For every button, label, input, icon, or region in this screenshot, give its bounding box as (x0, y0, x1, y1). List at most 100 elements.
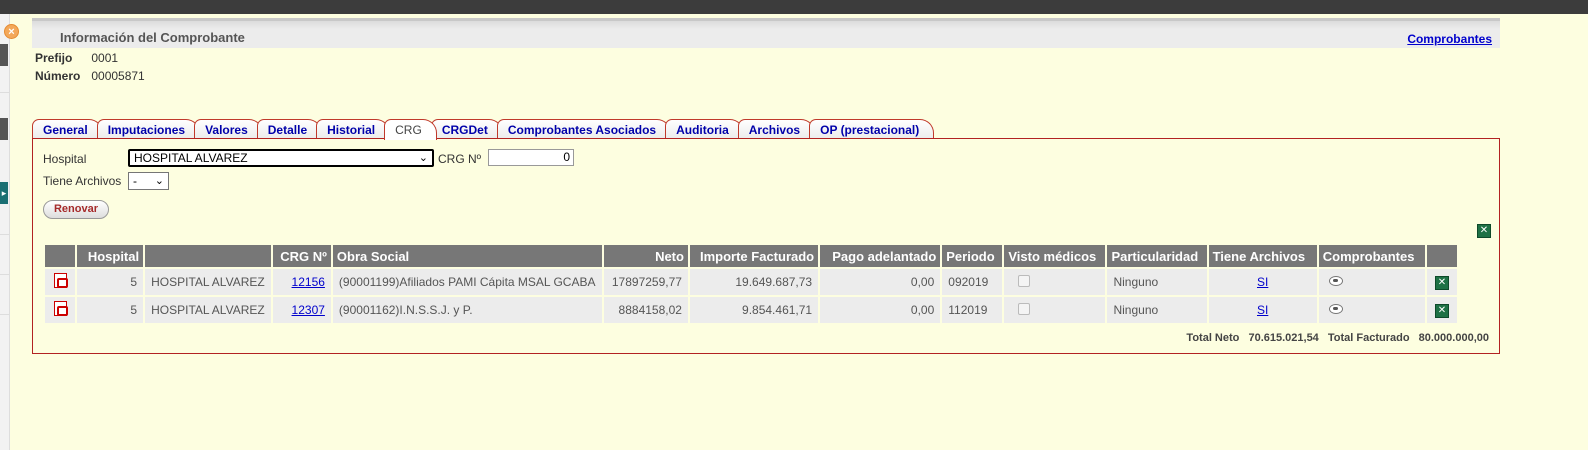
column-header-tiene-archivos[interactable]: Tiene Archivos (1208, 245, 1317, 267)
tiene-archivos-label: Tiene Archivos (43, 174, 122, 188)
tab-historial[interactable]: Historial (316, 119, 391, 139)
numero-row: Número 00005871 (35, 69, 145, 83)
table-row: 5 HOSPITAL ALVAREZ 12307 (90001162)I.N.S… (45, 297, 1457, 323)
table-row: 5 HOSPITAL ALVAREZ 12156 (90001199)Afili… (45, 269, 1457, 295)
excel-icon[interactable]: ✕ (1434, 276, 1449, 290)
tab-auditoria[interactable]: Auditoria (665, 119, 744, 139)
column-header-particularidad[interactable]: Particularidad (1107, 245, 1207, 267)
crg-number-label: CRG Nº (438, 152, 482, 166)
comprobantes-link[interactable]: Comprobantes (1407, 32, 1492, 46)
periodo-cell: 112019 (942, 297, 1003, 323)
sidebar-divider (0, 274, 10, 275)
tab-op-prestacional[interactable]: OP (prestacional) (809, 119, 935, 139)
neto-cell: 8884158,02 (603, 297, 688, 323)
crg-number-input[interactable]: 0 (488, 149, 574, 166)
sidebar-expand-arrow-icon[interactable]: ▸ (0, 182, 8, 204)
tab-imputaciones[interactable]: Imputaciones (96, 119, 201, 139)
excel-cell: ✕ (1426, 297, 1457, 323)
sidebar-block[interactable] (0, 118, 8, 140)
panel-header: Información del Comprobante Comprobantes (32, 18, 1500, 48)
periodo-cell: 092019 (942, 269, 1003, 295)
pdf-cell (45, 297, 76, 323)
numero-label: Número (35, 69, 81, 83)
column-header-comprobantes[interactable]: Comprobantes (1318, 245, 1425, 267)
column-header-obra-social[interactable]: Obra Social (332, 245, 602, 267)
hospital-select-value: HOSPITAL ALVAREZ (134, 151, 248, 165)
sidebar-divider (0, 92, 10, 93)
column-header-blank (1426, 245, 1457, 267)
total-neto-value: 70.615.021,54 (1248, 332, 1319, 344)
numero-value: 00005871 (91, 69, 145, 83)
tiene-archivos-link[interactable]: SI (1257, 303, 1268, 317)
pdf-icon[interactable] (53, 273, 68, 288)
excel-icon[interactable]: ✕ (1434, 304, 1449, 318)
excel-cell: ✕ (1426, 269, 1457, 295)
tab-bar: General Imputaciones Valores Detalle His… (32, 119, 935, 140)
view-icon[interactable] (1328, 304, 1343, 314)
particularidad-cell: Ninguno (1107, 297, 1207, 323)
hospital-name-cell: HOSPITAL ALVAREZ (145, 297, 271, 323)
tab-detalle[interactable]: Detalle (256, 119, 323, 139)
browser-top-bar (0, 0, 1588, 14)
column-header-hospital[interactable]: Hospital (77, 245, 144, 267)
visto-medicos-checkbox[interactable] (1018, 302, 1031, 315)
pago-adelantado-cell: 0,00 (820, 297, 941, 323)
tab-comprobantes-asociados[interactable]: Comprobantes Asociados (496, 119, 672, 139)
sidebar-block[interactable] (0, 44, 8, 66)
column-header-blank (145, 245, 271, 267)
sidebar-divider (0, 234, 10, 235)
crg-number-link[interactable]: 12307 (292, 303, 325, 317)
crg-number-cell: 12156 (272, 269, 331, 295)
column-header-pago-adelantado[interactable]: Pago adelantado (820, 245, 941, 267)
view-icon[interactable] (1328, 276, 1343, 286)
visto-medicos-checkbox[interactable] (1018, 274, 1031, 287)
crg-number-link[interactable]: 12156 (292, 275, 325, 289)
tab-general[interactable]: General (32, 119, 103, 139)
comprobantes-cell (1318, 269, 1425, 295)
column-header-crg[interactable]: CRG Nº (272, 245, 331, 267)
tab-archivos[interactable]: Archivos (737, 119, 816, 139)
tiene-archivos-select[interactable]: - ⌄ (128, 172, 169, 190)
column-header-periodo[interactable]: Periodo (942, 245, 1003, 267)
tiene-archivos-select-value: - (133, 174, 137, 188)
hospital-name-cell: HOSPITAL ALVAREZ (145, 269, 271, 295)
hospital-select[interactable]: HOSPITAL ALVAREZ ⌄ (128, 149, 434, 167)
hospital-label: Hospital (43, 152, 87, 166)
visto-medicos-cell (1004, 297, 1106, 323)
pago-adelantado-cell: 0,00 (820, 269, 941, 295)
importe-facturado-cell: 19.649.687,73 (689, 269, 819, 295)
visto-medicos-cell (1004, 269, 1106, 295)
total-facturado-value: 80.000.000,00 (1418, 332, 1489, 344)
tab-crgdet[interactable]: CRGDet (430, 119, 503, 139)
prefijo-label: Prefijo (35, 51, 73, 65)
crg-content-panel: Hospital HOSPITAL ALVAREZ ⌄ CRG Nº 0 Tie… (32, 138, 1500, 354)
total-facturado-label: Total Facturado (1327, 332, 1410, 344)
close-icon[interactable]: × (4, 24, 19, 39)
tiene-archivos-cell: SI (1208, 297, 1317, 323)
table-header-row: Hospital CRG Nº Obra Social Neto Importe… (45, 245, 1457, 267)
column-header-visto-medicos[interactable]: Visto médicos (1004, 245, 1106, 267)
pdf-cell (45, 269, 76, 295)
sidebar-divider (0, 314, 10, 315)
prefijo-value: 0001 (91, 51, 119, 65)
pdf-icon[interactable] (53, 301, 68, 316)
crg-table: Hospital CRG Nº Obra Social Neto Importe… (43, 243, 1459, 325)
column-header-importe-facturado[interactable]: Importe Facturado (689, 245, 819, 267)
tab-crg[interactable]: CRG (384, 119, 437, 140)
importe-facturado-cell: 9.854.461,71 (689, 297, 819, 323)
prefijo-row: Prefijo 0001 (35, 51, 118, 65)
excel-icon[interactable]: ✕ (1477, 224, 1491, 238)
obra-social-cell: (90001199)Afiliados PAMI Cápita MSAL GCA… (332, 269, 602, 295)
crg-number-cell: 12307 (272, 297, 331, 323)
particularidad-cell: Ninguno (1107, 269, 1207, 295)
left-sidebar-strip: ▸ (0, 14, 10, 450)
chevron-down-icon: ⌄ (154, 175, 164, 187)
tiene-archivos-link[interactable]: SI (1257, 275, 1268, 289)
column-header-neto[interactable]: Neto (603, 245, 688, 267)
comprobantes-cell (1318, 297, 1425, 323)
tab-valores[interactable]: Valores (194, 119, 263, 139)
neto-cell: 17897259,77 (603, 269, 688, 295)
total-neto-label: Total Neto (1186, 332, 1240, 344)
renovar-button[interactable]: Renovar (43, 200, 109, 219)
tiene-archivos-cell: SI (1208, 269, 1317, 295)
